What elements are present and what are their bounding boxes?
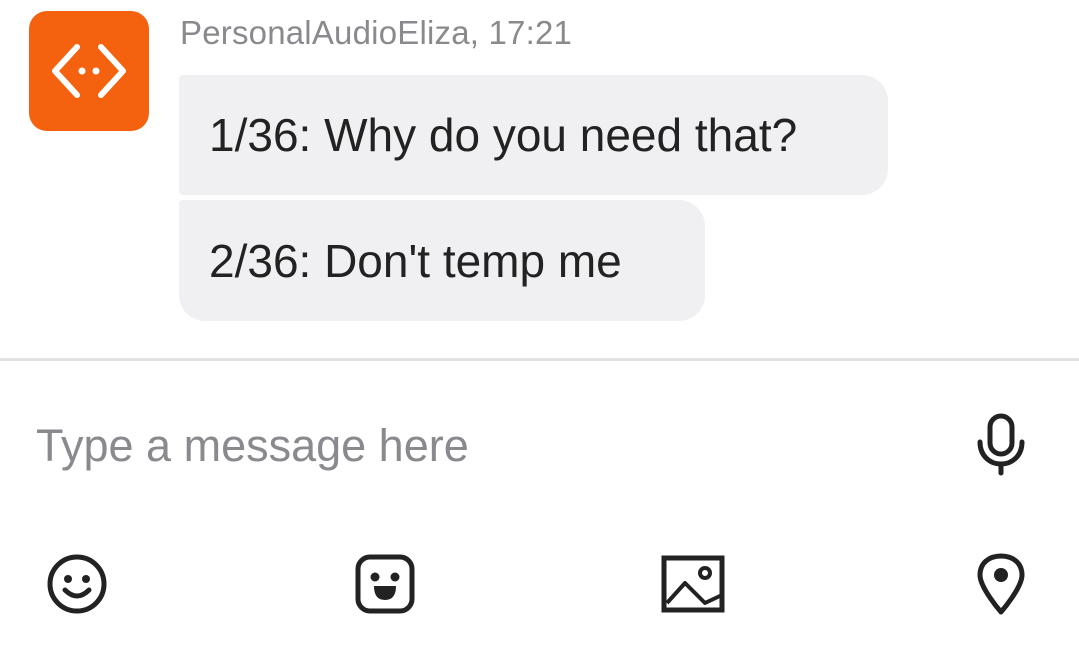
message-text: 1/36: Why do you need that? xyxy=(209,109,798,161)
location-pin-icon xyxy=(977,553,1025,615)
image-button[interactable] xyxy=(657,548,729,620)
avatar[interactable] xyxy=(29,11,149,131)
message-sender-time: PersonalAudioEliza, 17:21 xyxy=(180,14,573,51)
voice-message-button[interactable] xyxy=(965,408,1037,480)
message-text: 2/36: Don't temp me xyxy=(209,234,622,287)
code-brackets-icon xyxy=(52,44,126,98)
message-bubble[interactable]: 1/36: Why do you need that? xyxy=(179,75,888,195)
location-button[interactable] xyxy=(965,548,1037,620)
microphone-icon xyxy=(977,413,1025,476)
sticker-button[interactable] xyxy=(349,548,421,620)
message-composer xyxy=(0,361,1079,657)
message-list: PersonalAudioEliza, 17:21 1/36: Why do y… xyxy=(0,0,1079,358)
message-input[interactable] xyxy=(20,401,920,491)
emoji-button[interactable] xyxy=(41,548,113,620)
sticker-face-icon xyxy=(355,554,415,614)
message-bubble[interactable]: 2/36: Don't temp me xyxy=(179,200,705,321)
smiley-emoji-icon xyxy=(47,554,107,614)
image-icon xyxy=(661,555,725,613)
